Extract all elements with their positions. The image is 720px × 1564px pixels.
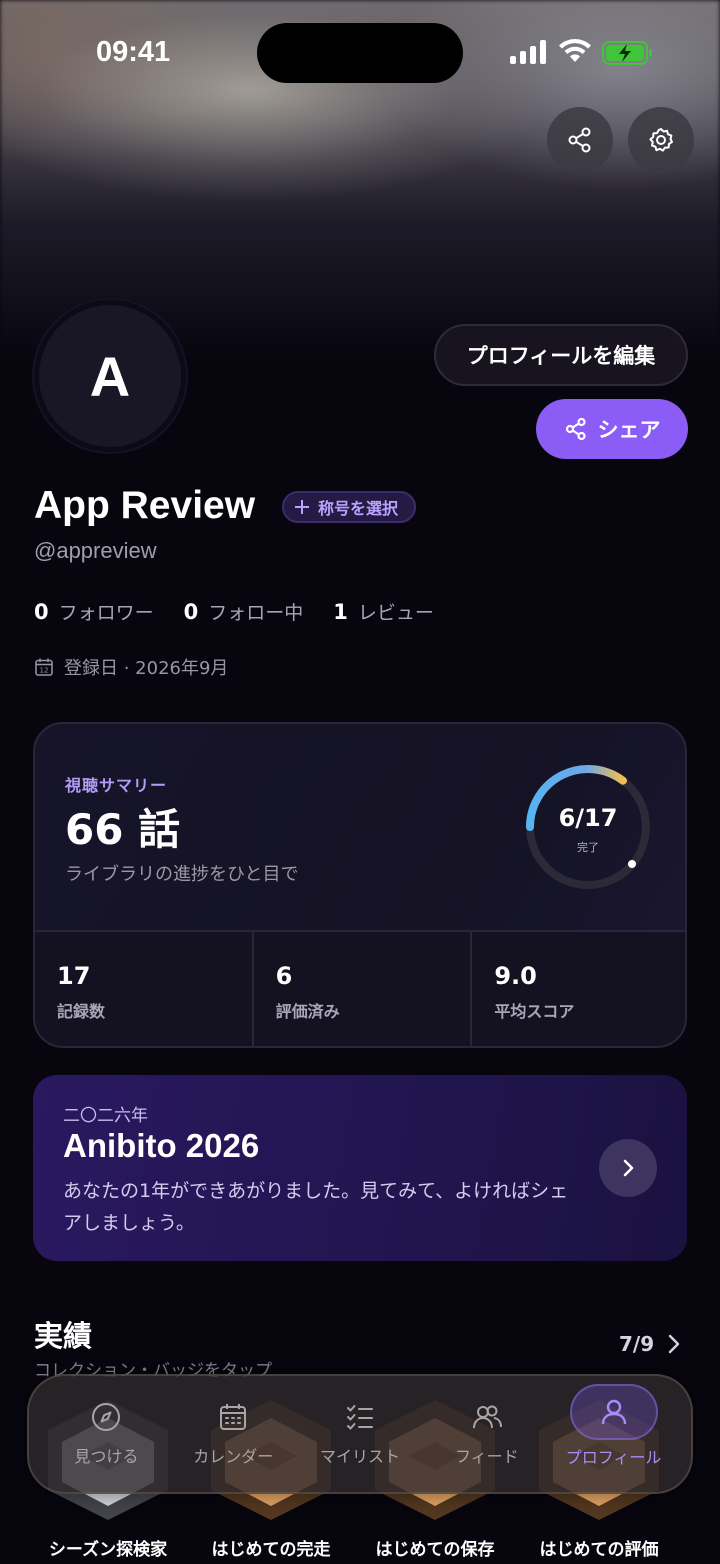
badge-label: はじめての保存 [375,1540,495,1560]
tab-label: マイリスト [319,1447,400,1466]
reviews-stat[interactable]: 1 レビュー [333,598,434,625]
user-handle: @appreview [34,538,157,563]
display-name: App Review [34,484,256,527]
share-profile-button[interactable]: シェア [536,399,688,459]
tab-profile[interactable]: プロフィール [550,1384,677,1482]
watch-summary-card[interactable]: 視聴サマリー 66 話 ライブラリの進捗をひと目で 6/17 完了 17 記録数… [33,722,687,1048]
recap-open-button[interactable] [599,1139,657,1197]
svg-text:12: 12 [40,667,49,675]
metric-value: 6 [275,962,293,990]
select-title-label: 称号を選択 [318,499,399,518]
edit-profile-button[interactable]: プロフィールを編集 [434,324,688,386]
reviews-count: 1 [333,600,348,624]
edit-profile-label: プロフィールを編集 [466,344,656,368]
metric-label: 記録数 [57,1002,106,1021]
avatar[interactable]: A [34,300,186,452]
badge-label: はじめての評価 [539,1540,659,1560]
metric-label: 評価済み [275,1002,340,1021]
status-bar: 09:41 [0,0,720,104]
summary-metrics: 17 記録数 6 評価済み 9.0 平均スコア [35,930,685,1046]
calendar-icon [220,1404,247,1430]
chevron-right-icon [668,1334,680,1354]
ring-value: 6/17 [558,804,618,832]
following-label: フォロー中 [208,602,304,624]
people-icon [472,1405,502,1429]
joined-date: 12 登録日 · 2026年9月 [34,654,228,680]
ring-caption: 完了 [577,841,599,854]
metric-label: 平均スコア [494,1002,575,1021]
metric-value: 17 [57,962,91,990]
achievements-count-link[interactable]: 7/9 [619,1332,682,1356]
joined-text: 登録日 · 2026年9月 [64,658,229,679]
tab-label: フィード [454,1447,519,1466]
badge-label: シーズン探検家 [48,1540,168,1560]
bottom-tab-bar: 見つける カレンダー マイリスト フィード プロフィール [27,1374,693,1494]
follow-stats: 0 フォロワー 0 フォロー中 1 レビュー [34,598,434,625]
ring-end-dot [628,860,636,868]
gear-icon [649,128,673,152]
wifi-icon [559,39,591,62]
share-icon [568,127,591,153]
tab-my-list[interactable]: マイリスト [297,1386,424,1482]
share-icon [565,417,586,441]
person-icon [601,1399,626,1425]
summary-subtitle: ライブラリの進捗をひと目で [65,864,299,885]
followers-count: 0 [34,600,49,624]
status-time: 09:41 [96,36,171,68]
select-title-chip[interactable]: 称号を選択 [282,491,417,523]
battery-icon [602,41,652,65]
metric-value: 9.0 [494,962,537,990]
achievements-count: 7/9 [619,1332,655,1356]
episode-count: 66 話 [65,805,181,854]
tab-label: プロフィール [565,1448,662,1467]
tab-label: 見つける [74,1447,139,1466]
reviews-label: レビュー [357,602,434,624]
calendar-icon: 12 [35,658,53,676]
share-profile-label: シェア [597,418,661,442]
following-stat[interactable]: 0 フォロー中 [184,598,304,625]
year-recap-banner[interactable]: 二〇二六年 Anibito 2026 あなたの1年ができあがりました。見てみて、… [33,1075,687,1261]
compass-icon [92,1403,121,1431]
tab-discover[interactable]: 見つける [43,1386,170,1482]
share-icon-button[interactable] [547,107,613,173]
metric-records: 17 記録数 [35,932,254,1046]
followers-label: フォロワー [58,602,154,624]
following-count: 0 [183,600,199,624]
followers-stat[interactable]: 0 フォロワー [34,598,154,625]
settings-button[interactable] [628,107,694,173]
achievements-title: 実績 [34,1319,93,1353]
summary-label: 視聴サマリー [65,776,168,795]
metric-rated: 6 評価済み [254,932,473,1046]
signal-icon [510,40,546,64]
metric-avg-score: 9.0 平均スコア [472,932,685,1046]
chevron-right-icon [623,1159,634,1177]
recap-kicker: 二〇二六年 [63,1106,148,1126]
active-tab-indicator [569,1384,658,1440]
badge-label: はじめての完走 [211,1540,331,1560]
tab-label: カレンダー [193,1447,274,1466]
avatar-initial: A [89,344,131,408]
tab-feed[interactable]: フィード [423,1386,550,1482]
checklist-icon [346,1405,373,1430]
plus-icon [295,500,309,514]
tab-calendar[interactable]: カレンダー [170,1386,297,1482]
recap-body: あなたの1年ができあがりました。見てみて、よければシェアしましょう。 [63,1180,569,1234]
dynamic-island [257,23,463,83]
recap-title: Anibito 2026 [63,1127,260,1164]
